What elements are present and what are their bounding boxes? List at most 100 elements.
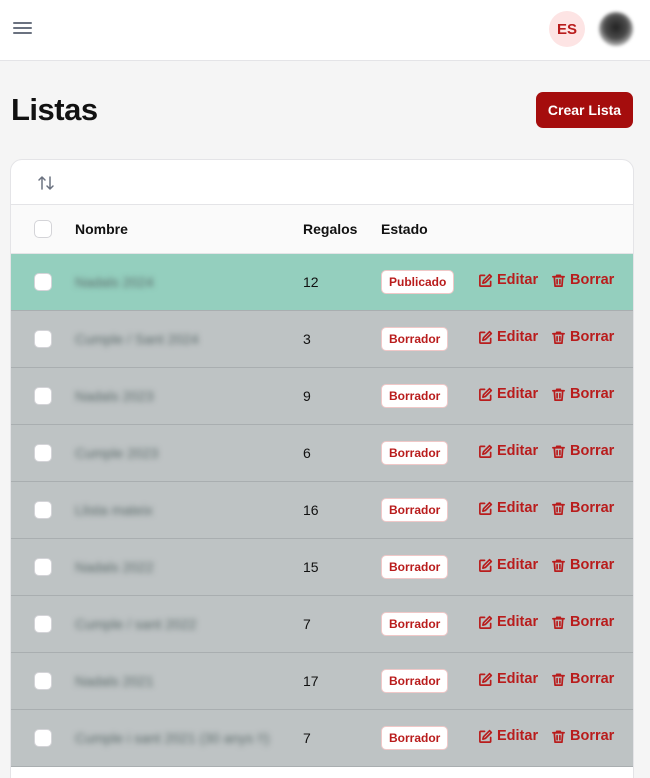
table-row[interactable]: Nadals 2024 12 Publicado Editar Borrar [11, 254, 633, 311]
row-checkbox[interactable] [34, 615, 52, 633]
column-header-gifts[interactable]: Regalos [303, 221, 357, 237]
list-name: Nadals 2022 [75, 559, 154, 575]
table-row[interactable]: Cumple / sant 2022 7 Borrador Editar Borrar [11, 596, 633, 653]
row-checkbox[interactable] [34, 330, 52, 348]
select-all-checkbox[interactable] [34, 220, 52, 238]
list-name: Cumple 2023 [75, 445, 159, 461]
edit-icon [478, 729, 493, 744]
gift-count: 16 [303, 502, 319, 518]
edit-icon [478, 273, 493, 288]
row-checkbox[interactable] [34, 273, 52, 291]
edit-label: Editar [497, 557, 539, 573]
edit-label: Editar [497, 272, 539, 288]
edit-icon [478, 501, 493, 516]
table-row[interactable]: Nadals 2022 15 Borrador Editar Borrar [11, 539, 633, 596]
table-row[interactable]: Cumple i sant 2021 (30 anys !!) 7 Borrador… [11, 710, 633, 767]
gift-count: 9 [303, 388, 311, 404]
delete-button[interactable]: Borrar [551, 728, 614, 744]
list-name: Nadals 2023 [75, 388, 154, 404]
trash-icon [551, 729, 566, 744]
create-list-button[interactable]: Crear Lista [536, 92, 633, 128]
row-checkbox[interactable] [34, 729, 52, 747]
list-name: Cumple / Sant 2024 [75, 331, 199, 347]
status-badge: Borrador [381, 498, 449, 522]
gift-count: 7 [303, 616, 311, 632]
edit-icon [478, 444, 493, 459]
edit-label: Editar [497, 500, 539, 516]
table-header: Nombre Regalos Estado [11, 205, 633, 254]
row-checkbox[interactable] [34, 558, 52, 576]
delete-button[interactable]: Borrar [551, 443, 614, 459]
gift-count: 6 [303, 445, 311, 461]
gift-count: 7 [303, 730, 311, 746]
edit-label: Editar [497, 614, 539, 630]
list-name: Nadals 2024 [75, 274, 154, 290]
gift-count: 17 [303, 673, 319, 689]
edit-label: Editar [497, 671, 539, 687]
row-checkbox[interactable] [34, 672, 52, 690]
column-header-status[interactable]: Estado [381, 221, 428, 237]
edit-button[interactable]: Editar [478, 443, 538, 459]
delete-button[interactable]: Borrar [551, 614, 614, 630]
language-badge[interactable]: ES [549, 11, 585, 47]
list-name: Cumple i sant 2021 (30 anys !!) [75, 730, 270, 746]
edit-button[interactable]: Editar [478, 500, 538, 516]
delete-button[interactable]: Borrar [551, 272, 614, 288]
delete-label: Borrar [570, 272, 615, 288]
edit-label: Editar [497, 329, 539, 345]
edit-button[interactable]: Editar [478, 386, 538, 402]
status-badge: Publicado [381, 270, 455, 294]
table-row[interactable]: Nadals 2023 9 Borrador Editar Borrar [11, 368, 633, 425]
edit-button[interactable]: Editar [478, 728, 538, 744]
edit-icon [478, 558, 493, 573]
delete-button[interactable]: Borrar [551, 557, 614, 573]
trash-icon [551, 330, 566, 345]
delete-label: Borrar [570, 500, 615, 516]
trash-icon [551, 501, 566, 516]
edit-button[interactable]: Editar [478, 272, 538, 288]
delete-button[interactable]: Borrar [551, 329, 614, 345]
edit-button[interactable]: Editar [478, 671, 538, 687]
edit-button[interactable]: Editar [478, 557, 538, 573]
table-row[interactable]: Cumple / Sant 2024 3 Borrador Editar Borrar [11, 311, 633, 368]
table-row[interactable]: Nadals 2021 17 Borrador Editar Borrar [11, 653, 633, 710]
page-title: Listas [11, 92, 98, 127]
row-checkbox[interactable] [34, 387, 52, 405]
list-name: Llista mateix [75, 502, 153, 518]
delete-button[interactable]: Borrar [551, 386, 614, 402]
delete-label: Borrar [570, 557, 615, 573]
trash-icon [551, 615, 566, 630]
avatar[interactable] [599, 12, 633, 46]
gift-count: 12 [303, 274, 319, 290]
gift-count: 15 [303, 559, 319, 575]
status-badge: Borrador [381, 327, 449, 351]
menu-icon[interactable] [13, 20, 33, 36]
edit-label: Editar [497, 386, 539, 402]
row-checkbox[interactable] [34, 444, 52, 462]
edit-icon [478, 330, 493, 345]
status-badge: Borrador [381, 669, 449, 693]
status-badge: Borrador [381, 441, 449, 465]
table-row[interactable]: Llista mateix 16 Borrador Editar Borrar [11, 482, 633, 539]
edit-icon [478, 387, 493, 402]
column-header-name[interactable]: Nombre [75, 221, 128, 237]
lists-table-card: Nombre Regalos Estado Nadals 2024 12 Publi… [10, 159, 634, 778]
trash-icon [551, 558, 566, 573]
edit-button[interactable]: Editar [478, 329, 538, 345]
status-badge: Borrador [381, 384, 449, 408]
delete-label: Borrar [570, 329, 615, 345]
edit-button[interactable]: Editar [478, 614, 538, 630]
row-checkbox[interactable] [34, 501, 52, 519]
delete-button[interactable]: Borrar [551, 500, 614, 516]
trash-icon [551, 672, 566, 687]
edit-icon [478, 672, 493, 687]
top-bar: ES [0, 0, 650, 61]
trash-icon [551, 273, 566, 288]
edit-icon [478, 615, 493, 630]
delete-button[interactable]: Borrar [551, 671, 614, 687]
edit-label: Editar [497, 443, 539, 459]
table-row[interactable]: Cumple 2023 6 Borrador Editar Borrar [11, 425, 633, 482]
trash-icon [551, 444, 566, 459]
sort-icon[interactable] [36, 173, 56, 193]
list-name: Cumple / sant 2022 [75, 616, 197, 632]
